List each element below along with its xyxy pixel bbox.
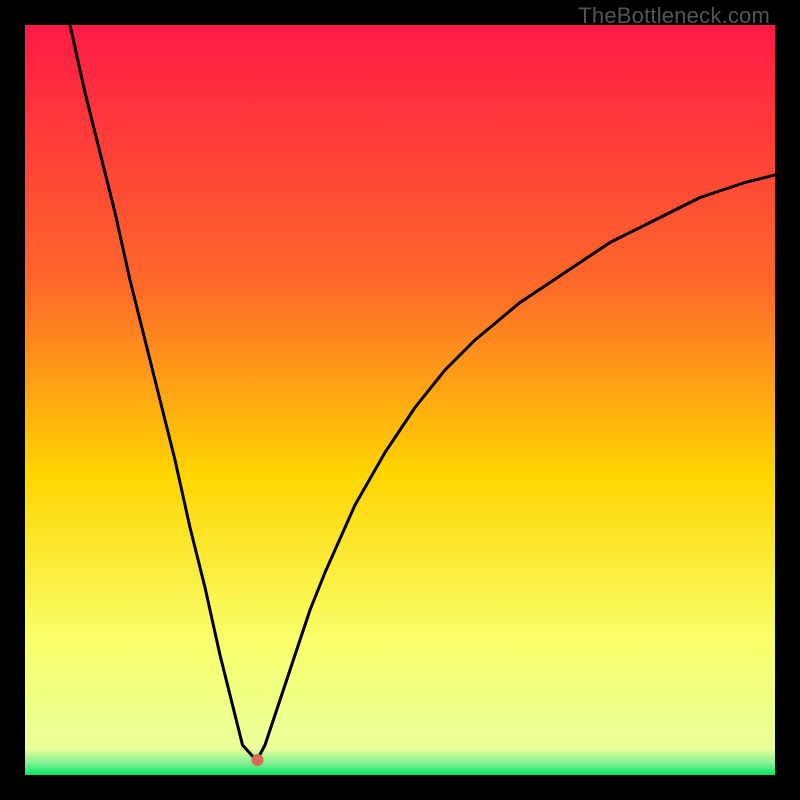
bottleneck-chart (25, 25, 775, 775)
minimum-marker (252, 754, 264, 766)
chart-frame (25, 25, 775, 775)
chart-background (25, 25, 775, 775)
